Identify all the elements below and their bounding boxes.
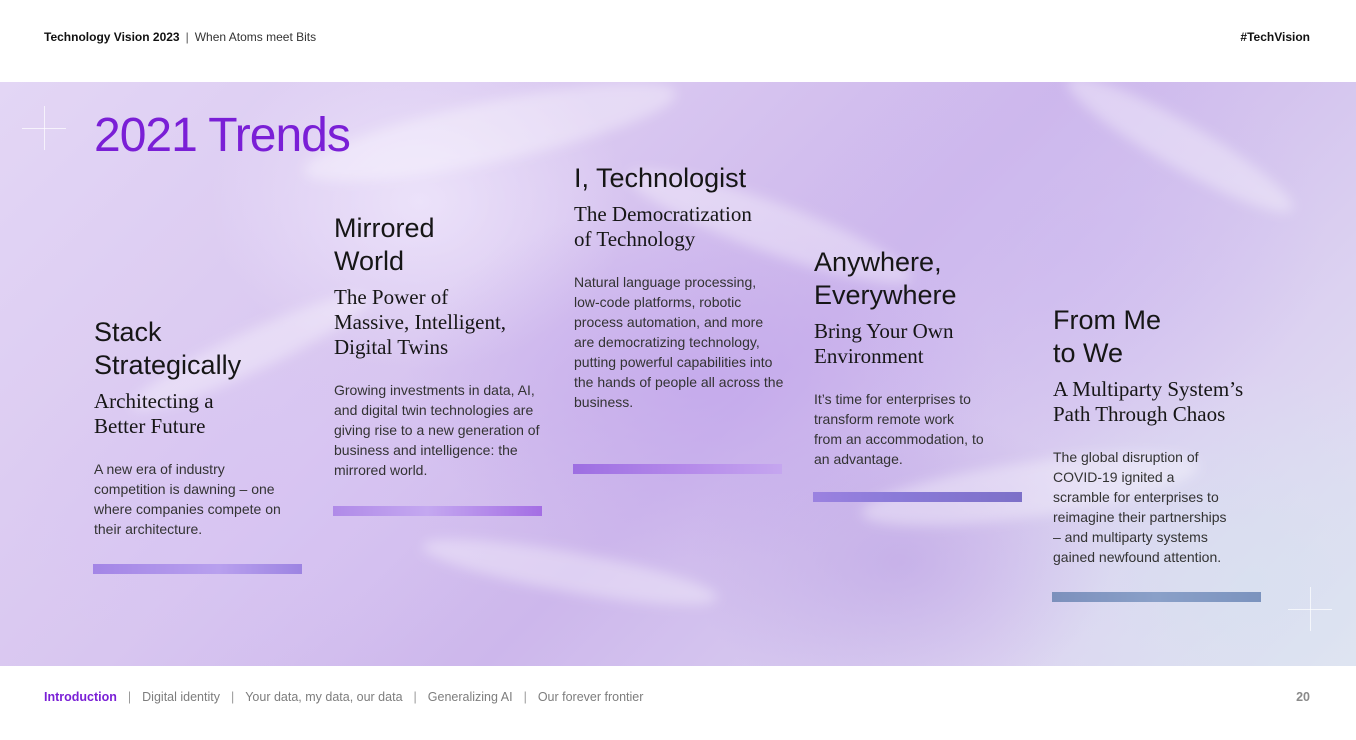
trend-description: Growing investments in data, AI, and dig…	[334, 382, 540, 478]
page-header: Technology Vision 2023 | When Atoms meet B…	[0, 0, 1356, 82]
trend-card-mirrored-world[interactable]: Mirrored World The Power of Massive, Int…	[333, 212, 544, 516]
trend-accent-bar	[813, 492, 1022, 502]
trend-subheading: The Power of Massive, Intelligent, Digit…	[334, 285, 507, 359]
header-separator: |	[185, 30, 189, 44]
texture-streak	[418, 526, 722, 618]
page-number: 20	[1296, 690, 1310, 704]
trend-heading: I, Technologist	[574, 163, 747, 193]
trend-heading: Mirrored World	[334, 213, 435, 276]
section-nav: Introduction | Digital identity | Your data,…	[44, 690, 643, 704]
trend-accent-bar	[1052, 592, 1261, 602]
report-subtitle: When Atoms meet Bits	[194, 30, 317, 44]
nav-item-introduction[interactable]: Introduction	[44, 690, 117, 704]
nav-separator: |	[127, 690, 132, 704]
nav-item-your-data[interactable]: Your data, my data, our data	[245, 690, 402, 704]
trend-accent-bar	[573, 464, 782, 474]
trend-accent-bar	[93, 564, 302, 574]
nav-item-digital-identity[interactable]: Digital identity	[142, 690, 220, 704]
nav-item-forever-frontier[interactable]: Our forever frontier	[538, 690, 644, 704]
trend-subheading: The Democratization of Technology	[574, 202, 752, 251]
trend-card-stack-strategically[interactable]: Stack Strategically Architecting a Bette…	[93, 316, 304, 574]
trend-subheading: Bring Your Own Environment	[814, 319, 954, 368]
trend-heading: Stack Strategically	[94, 317, 242, 380]
trend-description: The global disruption of COVID-19 ignite…	[1053, 449, 1227, 565]
trend-description: It’s time for enterprises to transform r…	[814, 391, 984, 467]
trend-heading: From Me to We	[1053, 305, 1161, 368]
texture-streak	[1056, 82, 1304, 229]
trend-card-i-technologist[interactable]: I, Technologist The Democratization of T…	[573, 162, 784, 474]
trend-card-from-me-to-we[interactable]: From Me to We A Multiparty System’s Path…	[1052, 304, 1263, 602]
trend-subheading: A Multiparty System’s Path Through Chaos	[1053, 377, 1244, 426]
report-title: Technology Vision 2023	[44, 30, 180, 44]
trend-subheading: Architecting a Better Future	[94, 389, 214, 438]
hashtag-link[interactable]: #TechVision	[1240, 30, 1310, 44]
page-title: 2021 Trends	[94, 109, 351, 162]
page-footer: Introduction | Digital identity | Your data,…	[0, 666, 1356, 740]
trend-heading: Anywhere, Everywhere	[814, 247, 957, 310]
trend-accent-bar	[333, 506, 542, 516]
trends-hero-panel: 2021 Trends Stack Strategically Architec…	[0, 82, 1356, 666]
trend-card-anywhere-everywhere[interactable]: Anywhere, Everywhere Bring Your Own Envi…	[813, 246, 1024, 502]
nav-item-generalizing-ai[interactable]: Generalizing AI	[428, 690, 513, 704]
nav-separator: |	[413, 690, 417, 704]
nav-separator: |	[523, 690, 527, 704]
nav-separator: |	[230, 690, 235, 704]
trend-description: Natural language processing, low-code pl…	[574, 274, 784, 410]
header-title-group: Technology Vision 2023 | When Atoms meet B…	[44, 30, 316, 44]
trend-description: A new era of industry competition is daw…	[94, 461, 281, 537]
